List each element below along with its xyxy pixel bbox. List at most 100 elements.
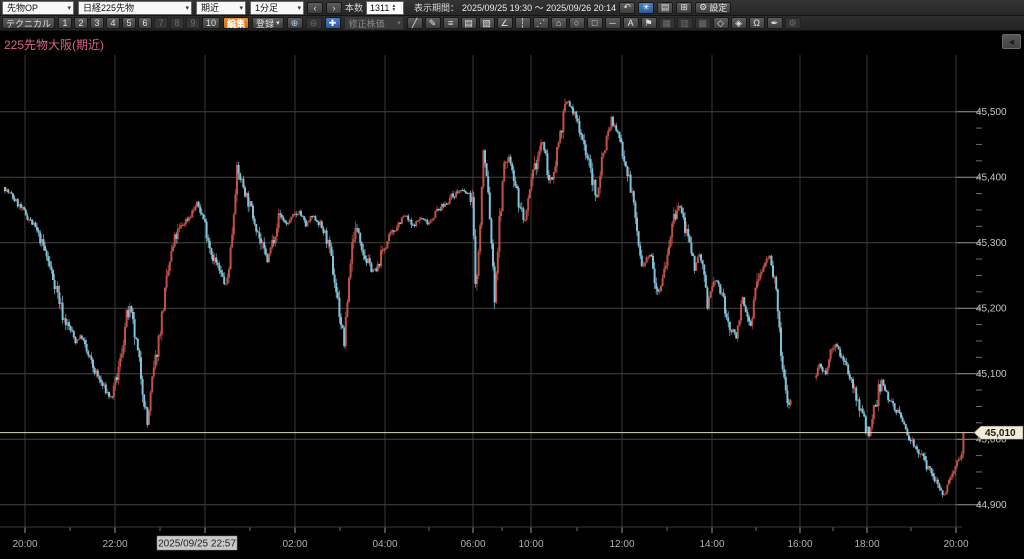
time-axis-label: 18:00 [854, 539, 879, 550]
zoom-out-icon: ⊖ [310, 19, 318, 28]
magnet-button[interactable]: Ω [749, 17, 765, 29]
rectangle-button[interactable]: □ [587, 17, 603, 29]
pattern3-button: ▩ [695, 17, 711, 29]
preset-button-8: 8 [170, 17, 184, 29]
pencil-button[interactable]: ✎ [425, 17, 441, 29]
display-period-value: 2025/09/25 19:30 ～ 2025/09/26 20:14 [462, 1, 616, 14]
price-axis-label: 45,300 [976, 238, 1007, 249]
horizontal-segment-icon: ─ [609, 19, 615, 28]
diamond-icon: ◇ [717, 19, 724, 28]
speed-lines-button[interactable]: ⋰ [533, 17, 549, 29]
circle-button[interactable]: ○ [569, 17, 585, 29]
time-axis-label: 20:00 [12, 539, 37, 550]
pattern1-button: ▦ [659, 17, 675, 29]
print-button[interactable]: ▤ [657, 2, 673, 14]
text-icon: A [628, 19, 634, 28]
candlestick-chart[interactable]: 45,50045,40045,30045,20045,10045,00044,9… [0, 0, 1024, 559]
preset-button-1[interactable]: 1 [58, 17, 72, 29]
eraser-icon: ◈ [735, 19, 742, 28]
text-button[interactable]: A [623, 17, 639, 29]
flag-button[interactable]: ⚑ [641, 17, 657, 29]
flag-icon: ⚑ [645, 19, 653, 28]
zoom-out-button: ⊖ [306, 17, 322, 29]
add-chart-button[interactable]: ✚ [325, 17, 341, 29]
preset-buttons: 12345678910 [58, 17, 220, 29]
bar-count-value: 1311 [370, 3, 389, 13]
preset-button-2[interactable]: 2 [74, 17, 88, 29]
settings-button[interactable]: ⚙ 設定 [695, 2, 731, 14]
preset-button-4[interactable]: 4 [106, 17, 120, 29]
marker-button[interactable]: ✒ [767, 17, 783, 29]
preset-button-7: 7 [154, 17, 168, 29]
price-axis-label: 44,900 [976, 500, 1007, 511]
plus-icon: ✚ [329, 19, 337, 28]
parallel-lines-icon: ▤ [464, 19, 473, 28]
instrument-select[interactable]: 日経225先物▾ [78, 1, 192, 15]
price-axis-label: 45,500 [976, 107, 1007, 118]
time-axis-label: 06:00 [460, 539, 485, 550]
pentagon-button[interactable]: ⌂ [551, 17, 567, 29]
price-axis-label: 45,200 [976, 304, 1007, 315]
contract-month-select[interactable]: 期近▾ [196, 1, 246, 15]
trendline-button[interactable]: ╱ [407, 17, 423, 29]
collapse-panel-button[interactable]: ◀ [1002, 34, 1021, 49]
register-button[interactable]: 登録 ▾ [252, 17, 284, 29]
diamond-button[interactable]: ◇ [713, 17, 729, 29]
zoom-in-icon: ⊕ [291, 19, 299, 28]
trend-chart-button[interactable]: ▧ [479, 17, 495, 29]
speed-lines-icon: ⋰ [536, 19, 545, 28]
pattern2-button: ▥ [677, 17, 693, 29]
price-axis-label: 45,400 [976, 173, 1007, 184]
chart-symbol-title: 225先物大阪(期近) [4, 36, 104, 53]
vertical-lines-button[interactable]: ┆ [515, 17, 531, 29]
trend-chart-icon: ▧ [482, 19, 491, 28]
prev-chart-button[interactable]: ‹ [307, 2, 323, 14]
add-window-icon: ⊞ [680, 3, 688, 12]
horizontal-segment-button[interactable]: ─ [605, 17, 621, 29]
pattern1-icon: ▦ [662, 19, 671, 28]
analysis-icon: ✳ [642, 3, 650, 12]
time-axis-label: 14:00 [699, 539, 724, 550]
gear-icon: ⚙ [699, 3, 707, 12]
fan-lines-button[interactable]: ∠ [497, 17, 513, 29]
preset-button-6[interactable]: 6 [138, 17, 152, 29]
preset-button-9: 9 [186, 17, 200, 29]
rectangle-icon: □ [592, 19, 597, 28]
timeframe-select[interactable]: 1分足▾ [250, 1, 304, 15]
pentagon-icon: ⌂ [556, 19, 561, 28]
print-icon: ▤ [661, 3, 670, 12]
eraser-button[interactable]: ◈ [731, 17, 747, 29]
time-axis-label: 04:00 [372, 539, 397, 550]
trendline-icon: ╱ [412, 19, 417, 28]
main-toolbar: 先物OP▾日経225先物▾期近▾1分足▾ ‹ › 本数 1311 ▲▼ 表示期間… [0, 0, 1024, 16]
drawing-toolbar: テクニカル 12345678910 編集 登録 ▾ ⊕ ⊖ ✚ 修正株価▾ ╱✎… [0, 16, 1024, 31]
spinner-arrows-icon[interactable]: ▲▼ [391, 4, 396, 12]
technical-button[interactable]: テクニカル [2, 17, 55, 29]
edit-button[interactable]: 編集 [223, 17, 249, 29]
time-axis-label: 20:00 [943, 539, 968, 550]
preset-button-10[interactable]: 10 [202, 17, 220, 29]
category-select[interactable]: 先物OP▾ [2, 1, 74, 15]
bar-count-input[interactable]: 1311 ▲▼ [366, 1, 404, 15]
horizontal-lines-button[interactable]: ≡ [443, 17, 459, 29]
undo-button[interactable]: ↶ [619, 2, 635, 14]
toolbar-icon-buttons: ↶ ✳ ▤ ⊞ [619, 2, 692, 14]
add-window-button[interactable]: ⊞ [676, 2, 692, 14]
zoom-in-button[interactable]: ⊕ [287, 17, 303, 29]
undo-icon: ↶ [623, 3, 631, 12]
analysis-button[interactable]: ✳ [638, 2, 654, 14]
display-period-label: 表示期間： [414, 1, 459, 14]
pencil-icon: ✎ [429, 19, 437, 28]
tool-settings-icon: ⚙ [789, 19, 797, 28]
drawing-tool-buttons: ╱ ✎ ≡ ▤ ▧ ∠ ┆ ⋰ ⌂ ○ □ ─ A ⚑ ▦ ▥ ▩ ◇ ◈ Ω✒ ⚙ [407, 17, 801, 29]
preset-button-5[interactable]: 5 [122, 17, 136, 29]
time-axis-label: 02:00 [282, 539, 307, 550]
next-chart-button[interactable]: › [326, 2, 342, 14]
toolbar-selects: 先物OP▾ 日経225先物▾ 期近▾ 1分足▾ [2, 1, 304, 15]
time-axis-label: 12:00 [609, 539, 634, 550]
fan-lines-icon: ∠ [501, 19, 509, 28]
parallel-lines-button[interactable]: ▤ [461, 17, 477, 29]
pattern3-icon: ▩ [698, 19, 707, 28]
preset-button-3[interactable]: 3 [90, 17, 104, 29]
collapse-left-icon: ◀ [1009, 38, 1014, 46]
